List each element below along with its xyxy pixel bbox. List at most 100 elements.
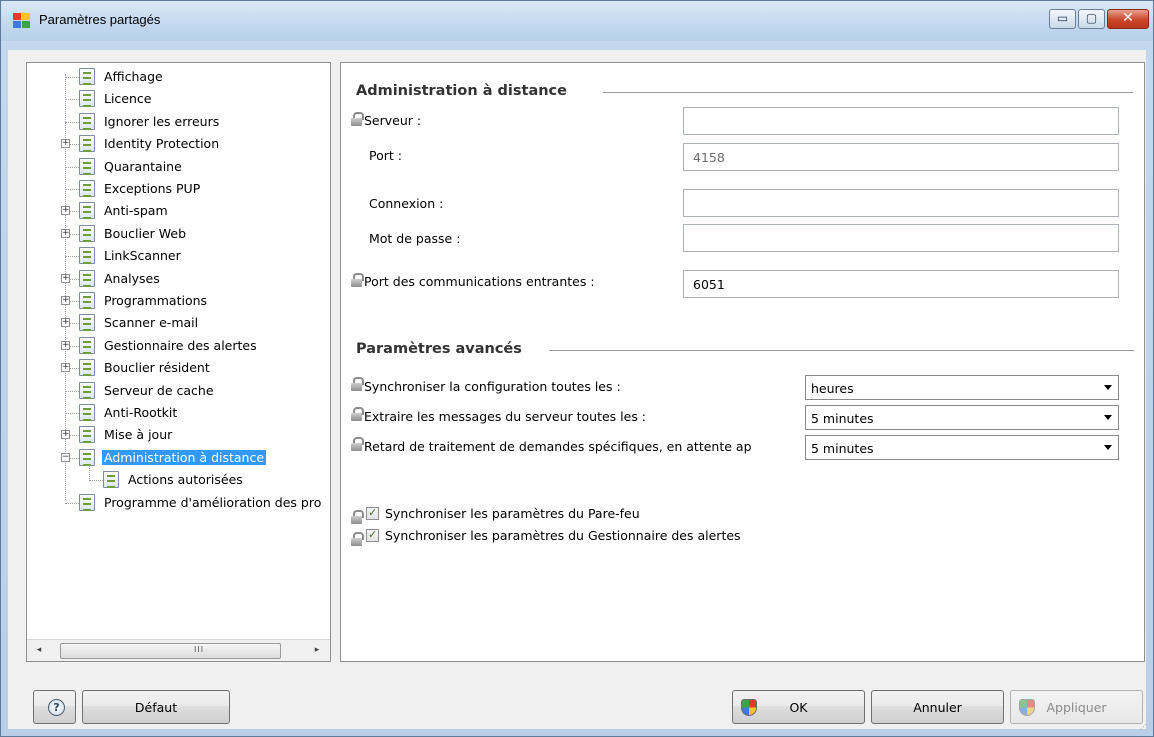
password-label: Mot de passe : [369, 231, 461, 246]
settings-page-icon [79, 314, 95, 332]
tree-connector-line [65, 166, 79, 168]
advanced-section-title: Paramètres avancés [356, 341, 522, 357]
settings-page-icon [79, 292, 95, 309]
tree-item-label: Quarantaine [104, 158, 182, 174]
maximize-button[interactable]: ▢ [1078, 9, 1105, 29]
settings-tree-panel: Affichage Licence Ignorer les erreurs + Iden… [26, 62, 331, 662]
settings-page-icon [79, 202, 95, 220]
chevron-down-icon [1104, 445, 1112, 450]
section-divider [549, 350, 1134, 351]
tree-connector-line [89, 480, 103, 482]
tree-connector-line [65, 189, 79, 190]
settings-page-icon [79, 180, 95, 197]
sync-alerts-label: Synchroniser les paramètres du Gestionna… [385, 528, 741, 543]
avg-logo-icon [13, 13, 31, 29]
sync-firewall-checkbox[interactable]: ✓ [366, 506, 379, 520]
password-input[interactable] [683, 224, 1119, 252]
tree-item-label: Ignorer les erreurs [104, 113, 220, 129]
settings-page-icon [79, 359, 95, 377]
tree-item-label: Programmations [104, 293, 208, 308]
sync-alerts-checkbox[interactable]: ✓ [366, 528, 379, 542]
collapse-icon[interactable]: − [61, 452, 70, 462]
settings-page-icon [79, 336, 95, 354]
sync-firewall-label: Synchroniser les paramètres du Pare-feu [385, 506, 640, 521]
default-button-label: Défaut [134, 700, 178, 715]
server-label: Serveur : [364, 113, 422, 128]
lock-icon[interactable] [351, 510, 364, 524]
delay-select[interactable]: 5 minutes [805, 435, 1119, 460]
tree-item-label: Programme d'amélioration des pro [104, 494, 322, 510]
ok-button-label: OK [789, 700, 808, 715]
minimize-button[interactable]: ▭ [1049, 9, 1076, 29]
help-button[interactable]: ? [33, 690, 76, 724]
ok-button[interactable]: OK [732, 690, 865, 724]
tree-item-label: Anti-spam [104, 203, 168, 219]
cancel-button-label: Annuler [913, 700, 962, 715]
tree-item-label: Actions autorisées [128, 472, 243, 488]
expand-icon[interactable]: + [61, 296, 70, 305]
login-input[interactable] [683, 189, 1119, 217]
check-icon: ✓ [368, 528, 378, 541]
tree-connector-line [89, 464, 90, 481]
expand-icon[interactable]: + [61, 340, 70, 350]
tree-item-label: Serveur de cache [104, 382, 214, 398]
tree-connector-line [65, 77, 79, 78]
expand-icon[interactable]: + [61, 318, 70, 328]
delay-label: Retard de traitement de demandes spécifi… [364, 439, 752, 454]
expand-icon[interactable]: + [61, 228, 70, 238]
scroll-left-icon[interactable]: ◂ [33, 645, 45, 657]
settings-page-icon [103, 471, 119, 489]
apply-button[interactable]: Appliquer [1010, 690, 1143, 724]
tree-item-label: Bouclier résident [104, 360, 210, 376]
lock-icon[interactable] [351, 532, 364, 546]
sync-config-label: Synchroniser la configuration toutes les… [364, 379, 621, 394]
tree-item-label: Bouclier Web [104, 225, 187, 241]
expand-icon[interactable]: + [61, 430, 70, 440]
tree-item-label: Analyses [104, 270, 160, 286]
maximize-icon: ▢ [1085, 11, 1098, 25]
close-button[interactable]: ✕ [1107, 9, 1149, 29]
chevron-down-icon [1104, 385, 1112, 390]
fetch-messages-select[interactable]: 5 minutes [805, 405, 1119, 430]
resize-grip-icon[interactable]: ⋰ [1140, 723, 1150, 733]
lock-icon[interactable] [351, 377, 364, 391]
server-input[interactable] [683, 107, 1119, 135]
remote-admin-section-title: Administration à distance [356, 83, 567, 99]
sync-config-select[interactable]: heures [805, 375, 1119, 400]
settings-page-icon [79, 381, 95, 399]
lock-icon[interactable] [351, 112, 364, 126]
settings-page-icon [79, 90, 95, 108]
fetch-messages-value: 5 minutes [811, 411, 874, 426]
lock-icon[interactable] [351, 407, 364, 421]
settings-page-icon [79, 112, 95, 130]
expand-icon[interactable]: + [61, 363, 70, 373]
fetch-messages-label: Extraire les messages du serveur toutes … [364, 409, 647, 424]
tree-horizontal-scrollbar[interactable]: ◂ III ▸ [27, 639, 330, 661]
section-divider [603, 92, 1133, 93]
incoming-port-input[interactable] [683, 270, 1119, 298]
expand-icon[interactable]: + [61, 273, 70, 283]
expand-icon[interactable]: + [61, 206, 70, 216]
check-icon: ✓ [368, 506, 378, 519]
incoming-port-label: Port des communications entrantes : [364, 274, 595, 289]
tree-item-label: Anti-Rootkit [104, 405, 178, 420]
tree-connector-line [65, 256, 79, 258]
lock-icon[interactable] [351, 437, 364, 451]
tree-item-label: Affichage [104, 69, 163, 84]
default-button[interactable]: Défaut [82, 690, 230, 724]
title-bar[interactable]: Paramètres partagés ▭ ▢ ✕ [1, 1, 1153, 41]
window-title: Paramètres partagés [39, 12, 161, 27]
sync-config-value: heures [811, 381, 854, 396]
apply-button-label: Appliquer [1046, 700, 1107, 715]
tree-item-label: Licence [104, 91, 152, 107]
grip-icon: III [194, 645, 205, 654]
cancel-button[interactable]: Annuler [871, 690, 1004, 724]
port-input[interactable] [683, 143, 1119, 171]
lock-icon[interactable] [351, 273, 364, 287]
tree-item-label: LinkScanner [104, 248, 181, 264]
tree-item-label: Identity Protection [104, 136, 220, 152]
settings-page-icon [79, 247, 95, 265]
scroll-right-icon[interactable]: ▸ [311, 645, 323, 657]
scrollbar-thumb[interactable]: III [60, 643, 281, 659]
expand-icon[interactable]: + [61, 139, 70, 149]
